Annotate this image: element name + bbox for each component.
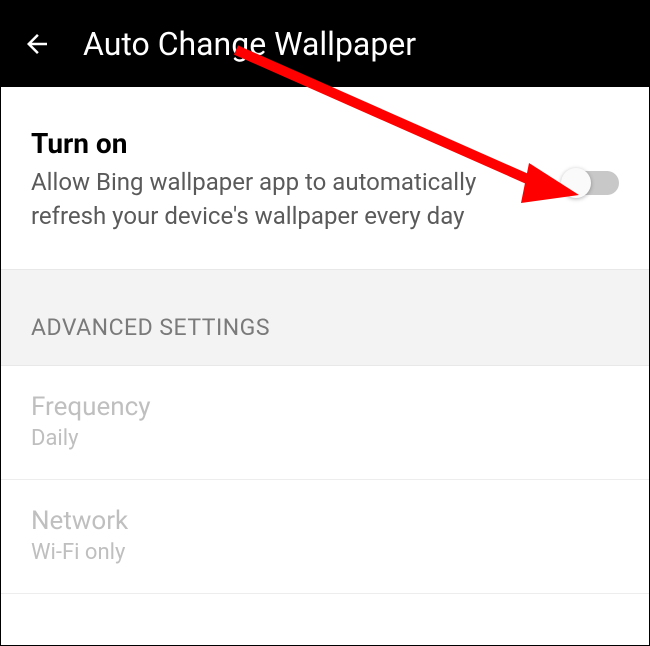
toggle-knob xyxy=(561,168,591,198)
turn-on-title: Turn on xyxy=(31,127,543,160)
section-header-label: ADVANCED SETTINGS xyxy=(31,314,619,341)
turn-on-description: Allow Bing wallpaper app to automaticall… xyxy=(31,166,543,233)
page-title: Auto Change Wallpaper xyxy=(83,25,416,63)
turn-on-setting[interactable]: Turn on Allow Bing wallpaper app to auto… xyxy=(1,87,649,269)
arrow-left-icon xyxy=(22,29,52,59)
network-setting[interactable]: Network Wi-Fi only xyxy=(1,480,649,594)
header-bar: Auto Change Wallpaper xyxy=(1,1,649,87)
frequency-label: Frequency xyxy=(31,392,619,422)
frequency-value: Daily xyxy=(31,426,619,451)
turn-on-toggle[interactable] xyxy=(563,171,619,195)
frequency-setting[interactable]: Frequency Daily xyxy=(1,366,649,480)
network-value: Wi-Fi only xyxy=(31,540,619,565)
back-button[interactable] xyxy=(19,26,55,62)
network-label: Network xyxy=(31,506,619,536)
content-area: Turn on Allow Bing wallpaper app to auto… xyxy=(1,87,649,594)
advanced-settings-header: ADVANCED SETTINGS xyxy=(1,269,649,366)
turn-on-text-block: Turn on Allow Bing wallpaper app to auto… xyxy=(31,127,563,233)
